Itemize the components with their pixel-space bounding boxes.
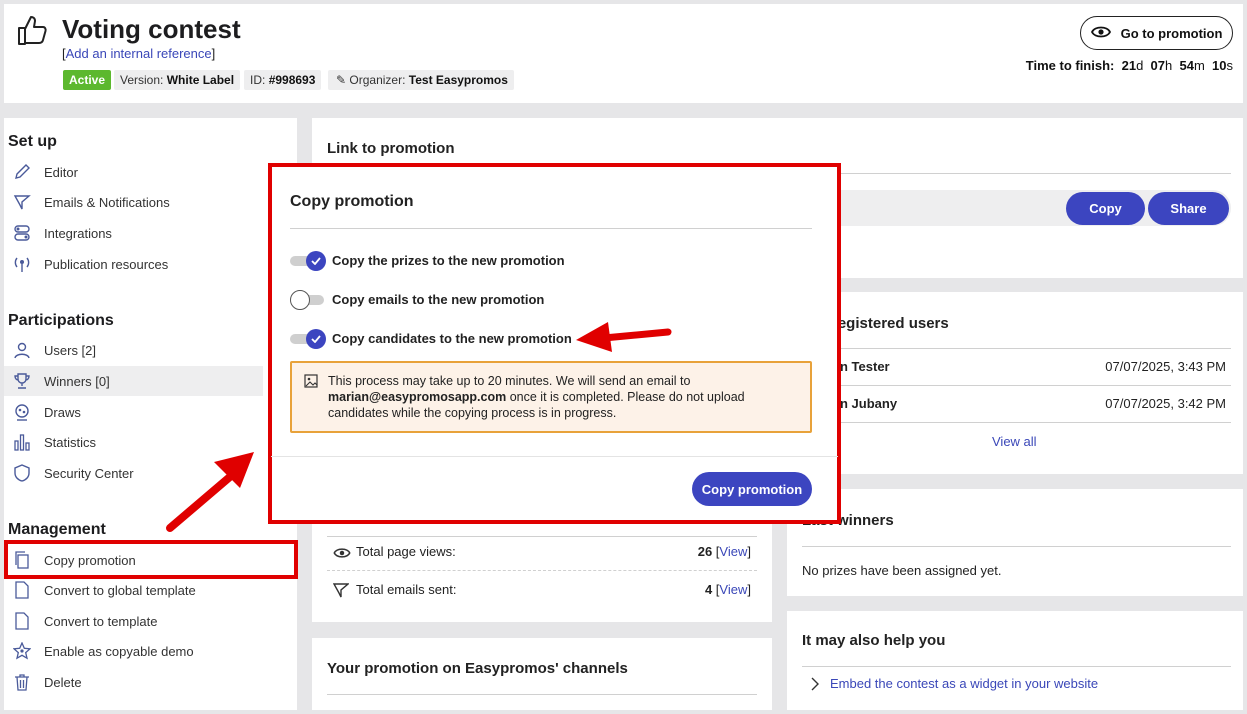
- annotation-arrow-diagonal: [166, 466, 242, 532]
- annotation-arrows: [166, 322, 672, 532]
- annotation-arrow-horizontal-head: [576, 322, 612, 352]
- annotation-arrow-horizontal: [600, 328, 672, 342]
